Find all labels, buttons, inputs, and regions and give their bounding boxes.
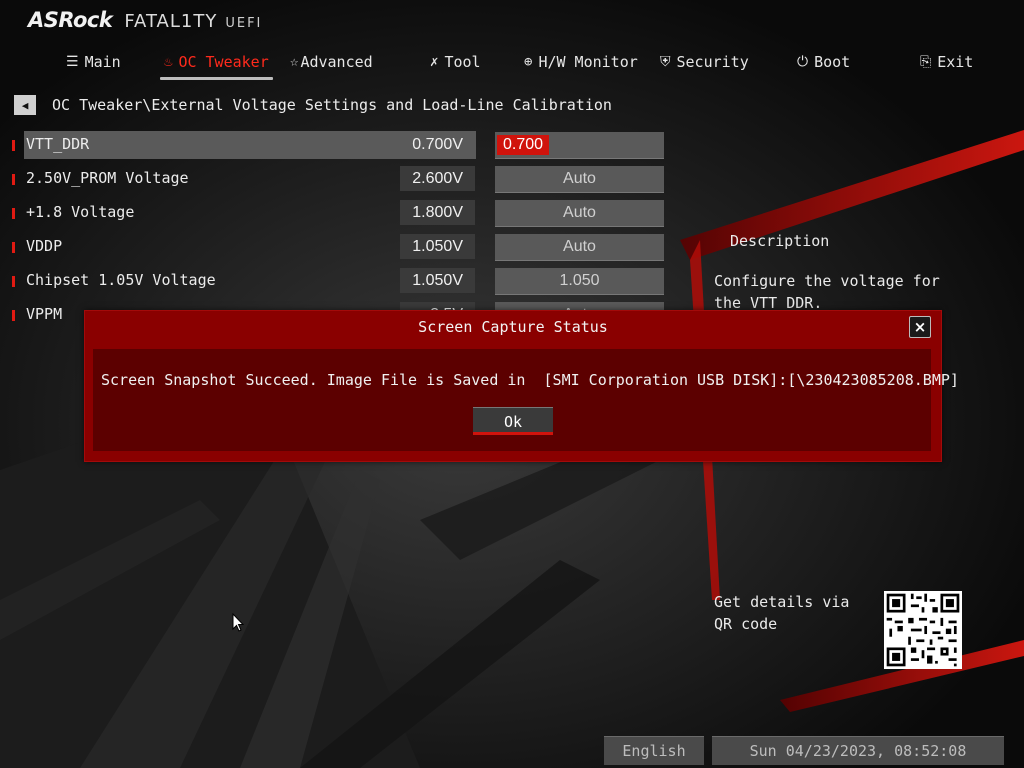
flame-icon: ♨	[164, 54, 173, 70]
tab-advanced[interactable]: ☆ Advanced	[290, 50, 373, 74]
setting-value-field[interactable]: 0.700	[495, 132, 664, 159]
tab-label: Exit	[937, 53, 974, 71]
setting-label: +1.8 Voltage	[26, 203, 135, 221]
tab-label: Main	[84, 53, 121, 71]
row-marker	[12, 174, 15, 185]
setting-row-chipset-1-05v[interactable]: Chipset 1.05V Voltage 1.050V 1.050	[0, 267, 680, 295]
crosshair-icon: ⊕	[524, 54, 533, 70]
brand-suffix: UEFI	[225, 16, 263, 31]
setting-row-1-8-voltage[interactable]: +1.8 Voltage 1.800V Auto	[0, 199, 680, 227]
description-text: Configure the voltage for the VTT_DDR.	[714, 272, 940, 312]
tab-main[interactable]: ☰ Main	[66, 50, 121, 74]
dialog-title: Screen Capture Status	[418, 318, 608, 336]
row-marker	[12, 242, 15, 253]
current-value: 1.050V	[400, 234, 475, 259]
brand-line: FATAL1TY	[124, 11, 218, 32]
tab-label: H/W Monitor	[538, 53, 638, 71]
setting-label: VPPM	[26, 305, 63, 323]
back-button[interactable]: ◀	[14, 95, 36, 115]
setting-label: VDDP	[26, 237, 63, 255]
close-icon: ×	[913, 318, 927, 336]
breadcrumb-path: OC Tweaker\External Voltage Settings and…	[52, 96, 612, 114]
qr-caption: Get details via QR code	[714, 593, 850, 633]
tab-oc-tweaker[interactable]: ♨ OC Tweaker	[160, 50, 273, 80]
tab-label: Boot	[814, 53, 851, 71]
setting-value-field[interactable]: 1.050	[495, 268, 664, 295]
setting-label: VTT_DDR	[26, 135, 90, 153]
exit-icon: ⎘	[920, 54, 932, 70]
tab-label: Security	[676, 53, 749, 71]
setting-label: 2.50V_PROM Voltage	[26, 169, 189, 187]
shield-icon: ⛨	[660, 54, 671, 70]
tab-hw-monitor[interactable]: ⊕ H/W Monitor	[524, 50, 638, 74]
list-icon: ☰	[66, 54, 79, 70]
row-marker	[12, 140, 15, 151]
mouse-pointer-icon	[232, 613, 245, 632]
close-button[interactable]: ×	[909, 316, 931, 338]
breadcrumb: ◀ OC Tweaker\External Voltage Settings a…	[14, 94, 612, 116]
tab-label: Tool	[444, 53, 481, 71]
tab-tool[interactable]: ✗ Tool	[430, 50, 481, 74]
tab-security[interactable]: ⛨ Security	[660, 50, 749, 74]
setting-value-field[interactable]: Auto	[495, 234, 664, 261]
top-nav: ☰ Main ♨ OC Tweaker ☆ Advanced ✗ Tool ⊕ …	[0, 50, 1024, 80]
tab-label: OC Tweaker	[178, 53, 269, 71]
current-value: 0.700V	[412, 136, 463, 153]
setting-label: Chipset 1.05V Voltage	[26, 271, 216, 289]
tab-exit[interactable]: ⎘ Exit	[920, 50, 973, 74]
setting-value-field[interactable]: Auto	[495, 166, 664, 193]
tab-boot[interactable]: ⏻ Boot	[797, 50, 850, 74]
back-arrow-icon: ◀	[21, 98, 29, 112]
setting-value-field[interactable]: Auto	[495, 200, 664, 227]
star-icon: ☆	[290, 54, 299, 70]
setting-row-vddp[interactable]: VDDP 1.050V Auto	[0, 233, 680, 261]
dialog-body: Screen Snapshot Succeed. Image File is S…	[93, 349, 959, 451]
tools-icon: ✗	[430, 54, 439, 70]
ok-button[interactable]: Ok	[473, 407, 553, 435]
brand-name: ASRock	[28, 8, 113, 32]
datetime-display: Sun 04/23/2023, 08:52:08	[712, 736, 1004, 765]
qr-code-icon	[884, 591, 962, 669]
row-marker	[12, 310, 15, 321]
dialog-message: Screen Snapshot Succeed. Image File is S…	[101, 371, 959, 389]
current-value: 1.050V	[400, 268, 475, 293]
current-value: 2.600V	[400, 166, 475, 191]
setting-row-2-50v-prom[interactable]: 2.50V_PROM Voltage 2.600V Auto	[0, 165, 680, 193]
row-marker	[12, 208, 15, 219]
brand-logo: ASRock FATAL1TY UEFI	[28, 8, 262, 38]
current-value: 1.800V	[400, 200, 475, 225]
setting-row-vtt-ddr[interactable]: VTT_DDR 0.700V 0.700	[0, 131, 680, 159]
setting-value-edit[interactable]: 0.700	[497, 135, 550, 155]
power-icon: ⏻	[797, 54, 809, 70]
language-selector[interactable]: English	[604, 736, 704, 765]
tab-label: Advanced	[300, 53, 373, 71]
row-marker	[12, 276, 15, 287]
screen-capture-dialog: Screen Capture Status × Screen Snapshot …	[84, 310, 959, 462]
description-title: Description	[730, 232, 830, 250]
